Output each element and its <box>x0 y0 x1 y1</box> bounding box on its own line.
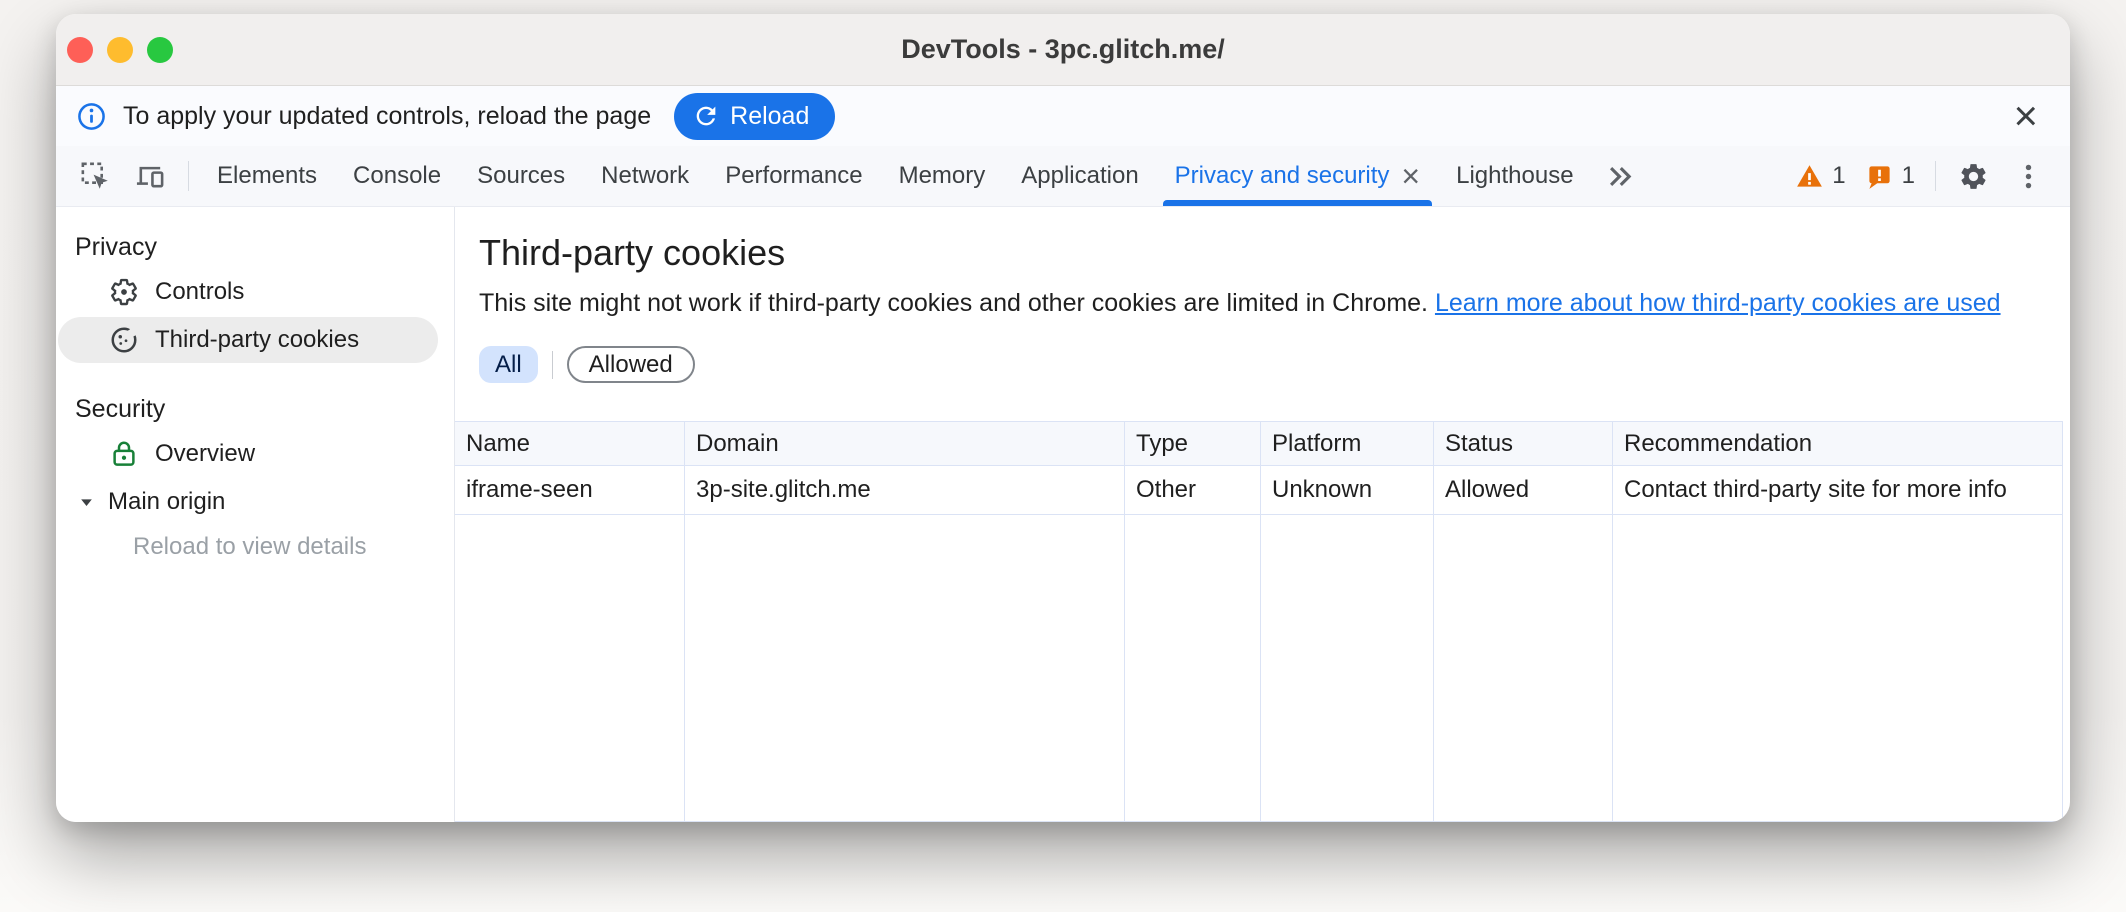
info-icon <box>77 102 106 131</box>
table-empty-area <box>685 515 1125 821</box>
inspect-cursor-icon <box>80 161 111 192</box>
reload-icon <box>692 102 720 130</box>
tree-item-label: Main origin <box>108 488 225 516</box>
reload-infobar: To apply your updated controls, reload t… <box>56 86 2070 146</box>
table-empty-area <box>1434 515 1613 821</box>
sidebar-item-overview[interactable]: Overview <box>58 431 438 477</box>
infobar-close-icon[interactable]: × <box>2005 95 2046 137</box>
gear-icon <box>109 277 139 307</box>
table-row-cell-status[interactable]: Allowed <box>1434 466 1613 515</box>
chip-separator <box>552 351 553 379</box>
column-header-name[interactable]: Name <box>455 422 685 466</box>
reload-button-label: Reload <box>730 102 809 131</box>
tab-memory[interactable]: Memory <box>881 146 1004 206</box>
tab-sources[interactable]: Sources <box>459 146 583 206</box>
column-header-type[interactable]: Type <box>1125 422 1261 466</box>
toolbar-separator <box>1935 161 1936 191</box>
tab-performance[interactable]: Performance <box>707 146 880 206</box>
tabbar-spacer <box>1647 146 1787 206</box>
infobar-message: To apply your updated controls, reload t… <box>123 102 651 131</box>
tab-close-icon[interactable]: × <box>1401 160 1420 192</box>
table-row-cell-type[interactable]: Other <box>1125 466 1261 515</box>
description-text: This site might not work if third-party … <box>479 289 1428 317</box>
titlebar: DevTools - 3pc.glitch.me/ <box>56 14 2070 86</box>
tab-console[interactable]: Console <box>335 146 459 206</box>
sidebar-item-label: Overview <box>155 440 255 468</box>
table-empty-area <box>455 515 685 821</box>
filter-chips: All Allowed <box>479 346 2070 383</box>
page-title: Third-party cookies <box>479 231 2070 275</box>
devtools-tabbar: Elements Console Sources Network Perform… <box>56 146 2070 207</box>
column-header-domain[interactable]: Domain <box>685 422 1125 466</box>
cookies-table: Name Domain Type Platform Status Recomme… <box>455 421 2063 822</box>
filter-chip-allowed[interactable]: Allowed <box>567 346 695 383</box>
third-party-cookies-panel: Third-party cookies This site might not … <box>455 207 2070 822</box>
table-empty-area <box>1125 515 1261 821</box>
column-header-status[interactable]: Status <box>1434 422 1613 466</box>
sidebar-note: Reload to view details <box>56 525 454 569</box>
warnings-counter[interactable]: 1 <box>1786 146 1855 206</box>
table-empty-area <box>1613 515 2063 821</box>
kebab-menu-icon <box>2013 161 2044 192</box>
toolbar-separator <box>188 161 189 191</box>
disclosure-triangle-icon <box>78 494 95 511</box>
zoom-window-button[interactable] <box>147 37 173 63</box>
sidebar-section-privacy: Privacy <box>56 225 454 269</box>
column-header-platform[interactable]: Platform <box>1261 422 1434 466</box>
sidebar-item-controls[interactable]: Controls <box>58 269 438 315</box>
issues-icon <box>1866 163 1893 190</box>
tab-privacy-and-security[interactable]: Privacy and security × <box>1157 146 1438 206</box>
more-tabs-button[interactable] <box>1592 146 1647 206</box>
more-options-button[interactable] <box>2001 161 2056 192</box>
sidebar-item-label: Controls <box>155 278 244 306</box>
traffic-lights <box>67 37 173 63</box>
sidebar-gap <box>56 365 454 387</box>
device-toolbar-icon <box>135 161 166 192</box>
minimize-window-button[interactable] <box>107 37 133 63</box>
chevron-double-right-icon <box>1604 161 1635 192</box>
active-tab-underline <box>1163 200 1432 206</box>
table-row-cell-name[interactable]: iframe-seen <box>455 466 685 515</box>
close-window-button[interactable] <box>67 37 93 63</box>
table-empty-area <box>1261 515 1434 821</box>
tab-network[interactable]: Network <box>583 146 707 206</box>
privacy-sidebar: Privacy Controls Third-party cookies <box>56 207 455 822</box>
table-row-cell-recommendation[interactable]: Contact third-party site for more info <box>1613 466 2063 515</box>
table-row-cell-domain[interactable]: 3p-site.glitch.me <box>685 466 1125 515</box>
sidebar-item-main-origin[interactable]: Main origin <box>56 479 454 525</box>
warnings-count: 1 <box>1832 162 1845 190</box>
tab-lighthouse[interactable]: Lighthouse <box>1438 146 1591 206</box>
table-row-cell-platform[interactable]: Unknown <box>1261 466 1434 515</box>
gear-icon <box>1958 161 1989 192</box>
settings-button[interactable] <box>1946 161 2001 192</box>
panel-description: This site might not work if third-party … <box>479 287 2046 319</box>
issues-count: 1 <box>1902 162 1915 190</box>
sidebar-item-label: Third-party cookies <box>155 326 359 354</box>
warning-triangle-icon <box>1796 163 1823 190</box>
devtools-window: DevTools - 3pc.glitch.me/ To apply your … <box>56 14 2070 822</box>
device-toolbar-button[interactable] <box>123 146 178 206</box>
learn-more-link[interactable]: Learn more about how third-party cookies… <box>1435 289 2001 317</box>
window-title: DevTools - 3pc.glitch.me/ <box>901 34 1225 65</box>
tab-application[interactable]: Application <box>1003 146 1156 206</box>
reload-button[interactable]: Reload <box>674 93 835 140</box>
sidebar-section-security: Security <box>56 387 454 431</box>
sidebar-item-third-party-cookies[interactable]: Third-party cookies <box>58 317 438 363</box>
inspect-element-button[interactable] <box>68 146 123 206</box>
issues-counter[interactable]: 1 <box>1856 146 1925 206</box>
tab-elements[interactable]: Elements <box>199 146 335 206</box>
column-header-recommendation[interactable]: Recommendation <box>1613 422 2063 466</box>
cookie-icon <box>109 325 139 355</box>
filter-chip-all[interactable]: All <box>479 346 538 383</box>
lock-icon <box>109 439 139 469</box>
